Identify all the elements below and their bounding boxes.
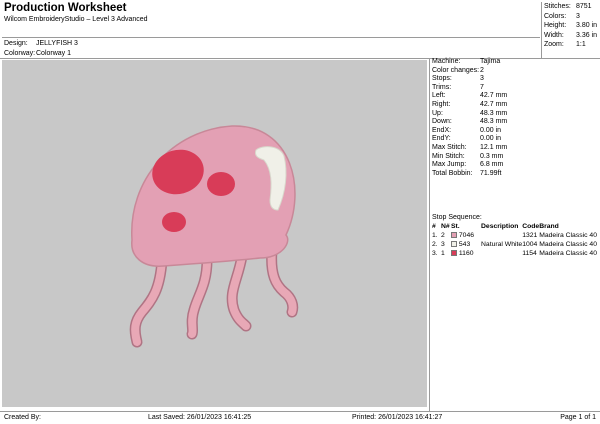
stop-sequence-table: # N# St. Description Code Brand 1. 2 704…: [432, 222, 598, 258]
header-divider: [2, 37, 540, 38]
col-description: Description: [481, 223, 519, 230]
jellyfish-illustration: [129, 125, 299, 348]
prop-up: Up: 48.3 mm: [432, 109, 508, 117]
created-by: Created By:: [4, 414, 41, 421]
stat-colors: Colors: 3: [544, 12, 580, 20]
prop-right: Right: 42.7 mm: [432, 100, 508, 108]
color-swatch: [451, 241, 457, 247]
prop-machine: Machine: Tajima: [432, 58, 501, 65]
stats-panel: Stitches: 8751 Colors: 3 Height: 3.80 in Wi…: [544, 2, 600, 50]
design-preview: [2, 60, 427, 407]
footer: Created By: Last Saved: 26/01/2023 16:41…: [0, 412, 600, 424]
col-code: Code: [522, 223, 540, 230]
printed-date: Printed: 26/01/2023 16:41:27: [352, 414, 443, 421]
stat-stitches: Stitches: 8751: [544, 3, 592, 10]
prop-max-jump: Max Jump: 6.8 mm: [432, 161, 504, 169]
design-value: JELLYFISH 3: [36, 40, 78, 47]
spot-medium: [207, 172, 235, 196]
table-row: 1. 2 7046 1321 Madeira Classic 40: [432, 232, 597, 239]
table-row: 3. 1 1160 1154 Madeira Classic 40: [432, 250, 597, 257]
prop-left: Left: 42.7 mm: [432, 92, 508, 100]
last-saved: Last Saved: 26/01/2023 16:41:25: [148, 414, 252, 421]
col-st: St.: [451, 223, 460, 230]
prop-stops: Stops: 3: [432, 75, 484, 83]
stat-width: Width: 3.36 in: [544, 31, 598, 39]
design-row: Design: JELLYFISH 3: [4, 40, 78, 47]
col-brand: Brand: [539, 223, 559, 230]
software-name: Wilcom EmbroideryStudio – Level 3 Advanc…: [4, 16, 148, 23]
properties-panel: Machine: Tajima Color changes: 2 Stops: 3 T…: [432, 58, 600, 178]
panel-divider: [429, 58, 430, 412]
color-swatch: [451, 250, 457, 256]
prop-trims: Trims: 7: [432, 83, 484, 91]
colorway-row: Colorway: Colorway 1: [4, 50, 71, 57]
stats-divider: [541, 2, 542, 58]
prop-down: Down: 48.3 mm: [432, 118, 508, 126]
colorway-value: Colorway 1: [36, 50, 72, 57]
table-row: 2. 3 543 Natural White 1004 Madeira Clas…: [432, 241, 597, 248]
prop-max-stitch: Max Stitch: 12.1 mm: [432, 143, 508, 151]
table-header: # N# St. Description Code Brand: [432, 222, 598, 231]
prop-color-changes: Color changes: 2: [432, 66, 484, 74]
prop-endy: EndY: 0.00 in: [432, 135, 502, 143]
color-swatch: [451, 232, 457, 238]
spot-small: [162, 212, 186, 232]
prop-total-bobbin: Total Bobbin: 71.99ft: [432, 169, 502, 177]
stop-sequence-title: Stop Sequence:: [432, 214, 482, 221]
stat-height: Height: 3.80 in: [544, 22, 598, 30]
col-n: N#: [441, 223, 450, 230]
prop-min-stitch: Min Stitch: 0.3 mm: [432, 152, 504, 160]
design-label: Design:: [4, 40, 28, 47]
prop-endx: EndX: 0.00 in: [432, 126, 502, 134]
col-seq: #: [432, 223, 436, 230]
page-number: Page 1 of 1: [560, 414, 596, 421]
worksheet-title: Production Worksheet: [4, 2, 127, 14]
stat-zoom: Zoom: 1:1: [544, 41, 586, 49]
colorway-label: Colorway:: [4, 50, 36, 57]
